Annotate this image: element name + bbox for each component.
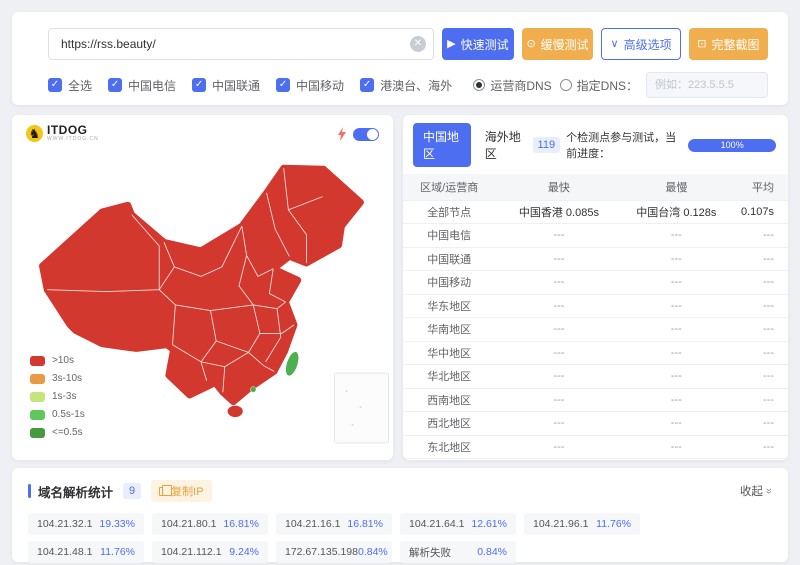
isp-checkbox[interactable]: ✓ 全选	[48, 77, 92, 94]
south-china-sea-inset	[335, 373, 389, 443]
checkbox-checked-icon: ✓	[108, 78, 122, 92]
results-panel: 中国地区 海外地区 119 个检测点参与测试，当前进度： 100% 区域/运营商…	[403, 115, 788, 460]
legend-item: <=0.5s	[30, 427, 85, 438]
screenshot-icon: ⊡	[697, 39, 706, 50]
table-row[interactable]: 西南地区 --- --- ---	[403, 388, 788, 412]
legend-swatch	[30, 356, 45, 366]
tab-china-region[interactable]: 中国地区	[413, 123, 471, 167]
isp-checkbox[interactable]: ✓ 中国联通	[192, 77, 260, 94]
checkbox-checked-icon: ✓	[192, 78, 206, 92]
operator-dns-radio[interactable]: 运营商DNS	[473, 77, 551, 94]
table-row[interactable]: 西北地区 --- --- ---	[403, 412, 788, 436]
dns-stats-title: 域名解析统计	[38, 482, 113, 501]
legend-swatch	[30, 392, 45, 402]
collapse-button[interactable]: 收起 «	[740, 483, 772, 499]
table-row[interactable]: 中国移动 --- --- ---	[403, 271, 788, 295]
clock-icon: ⊙	[526, 39, 535, 50]
copy-ip-button[interactable]: 复制IP	[151, 480, 211, 502]
custom-dns-input[interactable]	[646, 72, 768, 98]
ip-stat-cell[interactable]: 104.21.96.1 11.76%	[524, 513, 640, 535]
legend-swatch	[30, 410, 45, 420]
ip-stat-cell[interactable]: 解析失败 0.84%	[400, 541, 516, 563]
isp-checkbox[interactable]: ✓ 港澳台、海外	[360, 77, 452, 94]
dns-option-group: 运营商DNS 指定DNS：	[473, 72, 768, 98]
table-row[interactable]: 港澳台 中国香港 0.085s 中国台湾 0.128s 0.107s	[403, 459, 788, 461]
legend-item: 3s-10s	[30, 373, 85, 384]
ip-list: 104.21.32.1 19.33% 104.21.80.1 16.81% 10…	[28, 513, 648, 563]
legend-item: 0.5s-1s	[30, 409, 85, 420]
ip-count-badge: 9	[123, 483, 141, 499]
results-table-header: 区域/运营商 最快 最慢 平均	[403, 174, 788, 200]
legend-swatch	[30, 374, 45, 384]
advanced-options-button[interactable]: ∨ 高级选项	[601, 28, 680, 60]
url-input-wrap: ✕	[48, 28, 434, 60]
copy-icon	[159, 487, 167, 496]
ip-stat-cell[interactable]: 104.21.32.1 19.33%	[28, 513, 144, 535]
title-accent-bar	[28, 484, 31, 498]
table-row[interactable]: 华北地区 --- --- ---	[403, 365, 788, 389]
radio-unselected-icon	[560, 79, 572, 91]
hainan-island	[228, 406, 243, 417]
test-toolbar: ✕ ▶ 快速测试 ⊙ 缓慢测试 ∨ 高级选项 ⊡ 完整截图 ✓ 全选	[12, 12, 788, 105]
results-table: 区域/运营商 最快 最慢 平均 全部节点 中国香港 0.085s 中国台湾 0.…	[403, 174, 788, 460]
ip-stat-cell[interactable]: 172.67.135.198 0.84%	[276, 541, 392, 563]
table-row[interactable]: 中国联通 --- --- ---	[403, 247, 788, 271]
clear-input-icon[interactable]: ✕	[410, 36, 426, 52]
progress-bar: 100%	[688, 139, 776, 152]
tab-overseas-region[interactable]: 海外地区	[475, 123, 533, 167]
legend-item: >10s	[30, 355, 85, 366]
table-row[interactable]: 华东地区 --- --- ---	[403, 294, 788, 318]
ip-stat-cell[interactable]: 104.21.16.1 16.81%	[276, 513, 392, 535]
ip-stat-cell[interactable]: 104.21.80.1 16.81%	[152, 513, 268, 535]
hongkong-dot	[250, 387, 256, 393]
quick-test-button[interactable]: ▶ 快速测试	[442, 28, 514, 60]
ip-stat-cell[interactable]: 104.21.64.1 12.61%	[400, 513, 516, 535]
dns-stats-panel: 域名解析统计 9 复制IP 收起 « 104.21.32.1 19.33% 10…	[12, 468, 788, 562]
isp-checkbox[interactable]: ✓ 中国移动	[276, 77, 344, 94]
checkbox-checked-icon: ✓	[360, 78, 374, 92]
table-row[interactable]: 华南地区 --- --- ---	[403, 318, 788, 342]
isp-checkbox-group: ✓ 全选 ✓ 中国电信 ✓ 中国联通 ✓ 中国移动	[48, 77, 468, 94]
china-mainland	[42, 168, 360, 402]
progress-group: 119 个检测点参与测试，当前进度： 100%	[533, 129, 776, 161]
isp-checkbox[interactable]: ✓ 中国电信	[108, 77, 176, 94]
radio-selected-icon	[473, 79, 485, 91]
ip-stat-cell[interactable]: 104.21.112.1 9.24%	[152, 541, 268, 563]
ip-stat-cell[interactable]: 104.21.48.1 11.76%	[28, 541, 144, 563]
node-count-badge: 119	[533, 137, 561, 153]
checkbox-checked-icon: ✓	[276, 78, 290, 92]
table-row[interactable]: 中国电信 --- --- ---	[403, 224, 788, 248]
checkbox-checked-icon: ✓	[48, 78, 62, 92]
url-input[interactable]	[48, 28, 434, 60]
latency-legend: >10s 3s-10s 1s-3s 0.5s-1s <=0.5s	[30, 348, 85, 438]
full-screenshot-button[interactable]: ⊡ 完整截图	[689, 28, 768, 60]
map-panel: ♞ ITDOG WWW.ITDOG.CN	[12, 115, 393, 460]
play-icon: ▶	[447, 39, 455, 50]
chevron-up-icon: «	[763, 488, 775, 494]
table-row[interactable]: 东北地区 --- --- ---	[403, 435, 788, 459]
legend-item: 1s-3s	[30, 391, 85, 402]
table-row[interactable]: 全部节点 中国香港 0.085s 中国台湾 0.128s 0.107s	[403, 200, 788, 224]
table-row[interactable]: 华中地区 --- --- ---	[403, 341, 788, 365]
chevron-down-icon: ∨	[611, 39, 619, 50]
slow-test-button[interactable]: ⊙ 缓慢测试	[522, 28, 594, 60]
custom-dns-radio[interactable]: 指定DNS：	[560, 77, 638, 94]
legend-swatch	[30, 428, 45, 438]
